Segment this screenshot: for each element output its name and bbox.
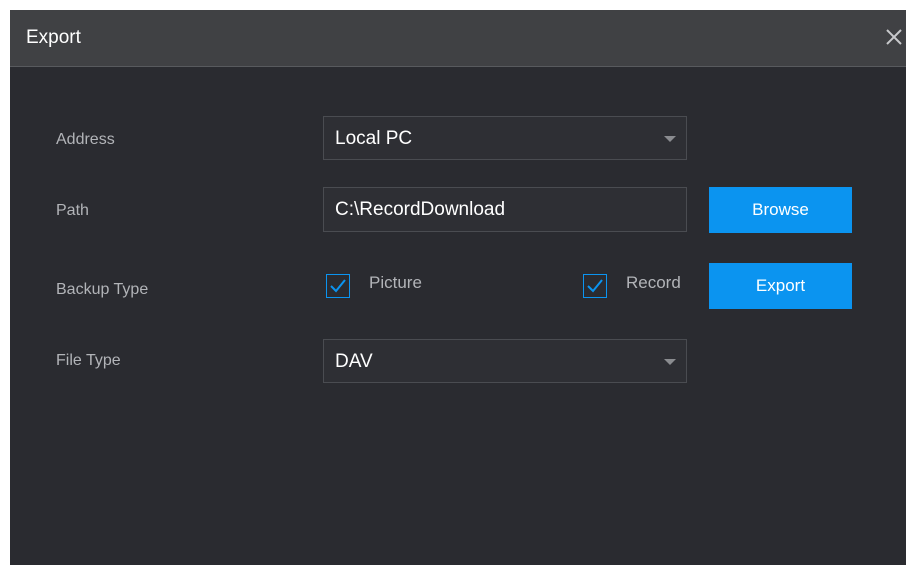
- checkmark-icon: [330, 279, 346, 293]
- file-type-label: File Type: [56, 352, 121, 369]
- close-icon[interactable]: [882, 25, 906, 49]
- browse-button[interactable]: Browse: [709, 187, 852, 233]
- caret-down-icon: [664, 359, 676, 365]
- address-label: Address: [56, 131, 115, 148]
- path-input[interactable]: C:\RecordDownload: [323, 187, 687, 232]
- backup-type-label: Backup Type: [56, 281, 149, 298]
- picture-checkbox[interactable]: [326, 274, 350, 298]
- address-select-value: Local PC: [335, 128, 413, 149]
- checkmark-icon: [587, 279, 603, 293]
- export-dialog: Export Address Local PC Path C:\RecordDo…: [10, 10, 906, 565]
- export-button[interactable]: Export: [709, 263, 852, 309]
- path-label: Path: [56, 202, 89, 219]
- picture-checkbox-label: Picture: [369, 273, 422, 292]
- record-checkbox[interactable]: [583, 274, 607, 298]
- caret-down-icon: [664, 136, 676, 142]
- file-type-select-value: DAV: [335, 351, 373, 372]
- dialog-title-bar: Export: [10, 10, 906, 67]
- path-input-value: C:\RecordDownload: [335, 199, 506, 220]
- record-checkbox-label: Record: [626, 273, 681, 292]
- address-select[interactable]: Local PC: [323, 116, 687, 160]
- dialog-title: Export: [26, 27, 81, 48]
- file-type-select[interactable]: DAV: [323, 339, 687, 383]
